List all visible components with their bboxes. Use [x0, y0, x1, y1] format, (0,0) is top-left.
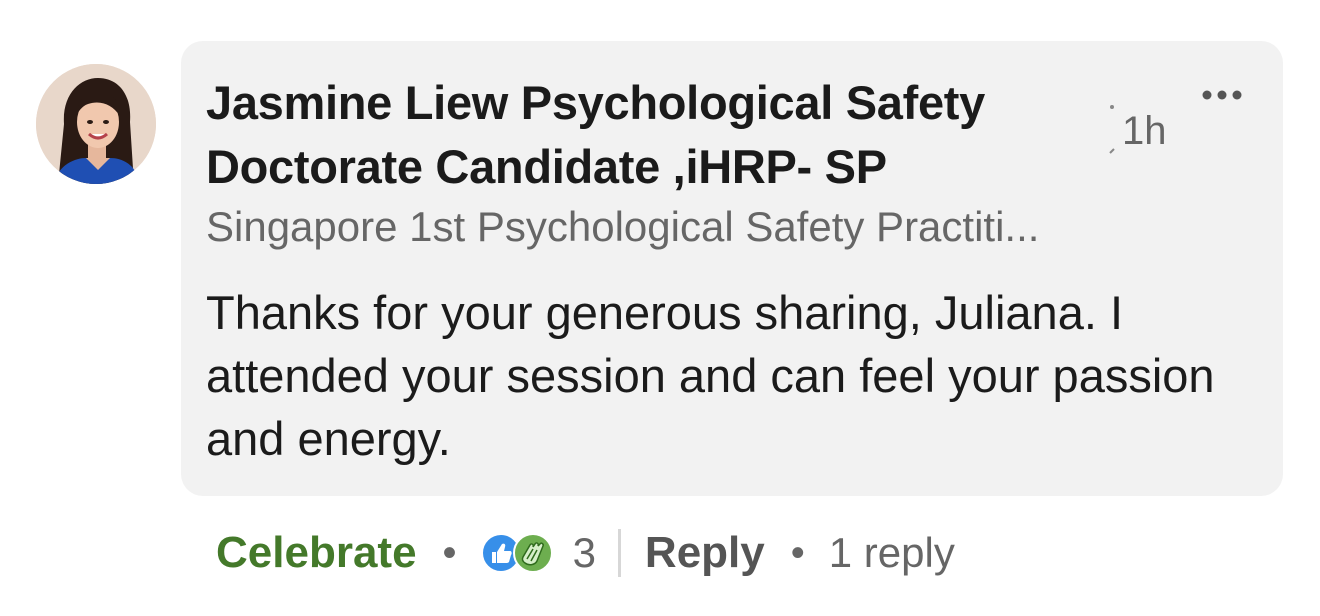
author-avatar[interactable] — [36, 64, 156, 184]
reaction-count[interactable]: 3 — [573, 529, 596, 577]
celebrate-icon — [512, 533, 553, 573]
comment-text: Thanks for your generous sharing, Julian… — [206, 286, 1215, 465]
separator-dot: • — [442, 531, 457, 575]
separator-dot: • — [790, 531, 805, 575]
reaction-icons[interactable] — [480, 529, 561, 577]
more-horizontal-icon — [1202, 90, 1242, 100]
more-options-button[interactable] — [1197, 83, 1247, 107]
comment-timestamp: 1h — [1122, 109, 1167, 153]
comment-thread: Jasmine Liew Psychological Safety Doctor… — [0, 0, 1320, 616]
comment-bubble: Jasmine Liew Psychological Safety Doctor… — [181, 41, 1283, 496]
author-name[interactable]: Jasmine Liew Psychological Safety Doctor… — [206, 71, 1096, 199]
action-divider — [617, 529, 621, 577]
reply-count-link[interactable]: 1 reply — [829, 529, 955, 577]
avatar-photo-icon — [36, 64, 156, 184]
author-headline: Singapore 1st Psychological Safety Pract… — [206, 203, 1040, 250]
celebrate-button[interactable]: Celebrate — [216, 528, 417, 578]
name-truncation-marks — [1109, 105, 1115, 154]
reply-button[interactable]: Reply — [645, 528, 765, 578]
comment-action-bar: Celebrate • 3 Reply • 1 reply — [216, 522, 955, 584]
